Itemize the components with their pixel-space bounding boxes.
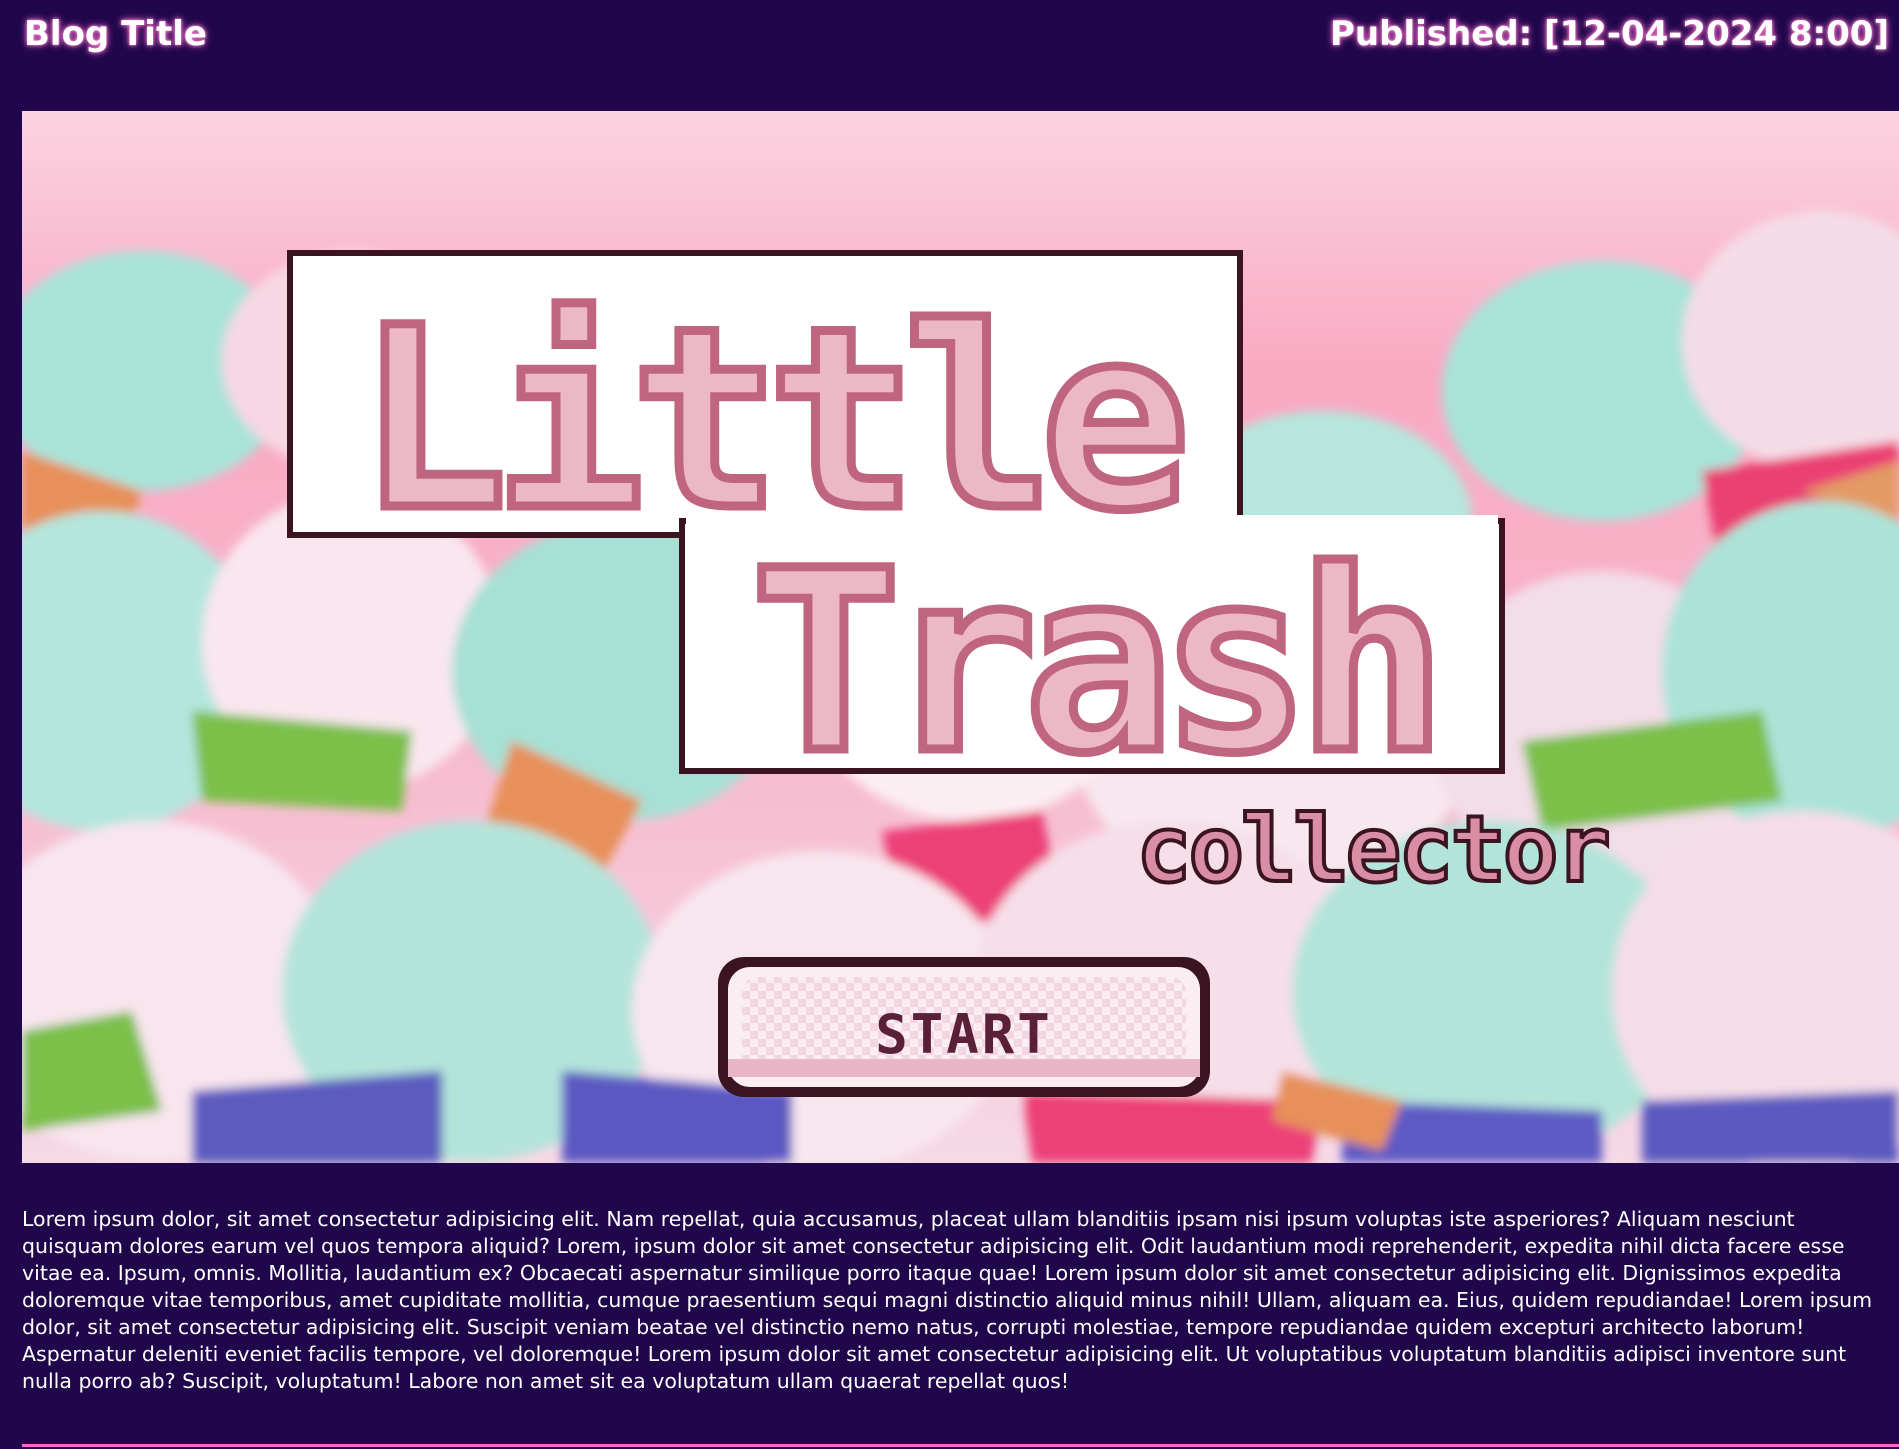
start-label[interactable]: START: [875, 1003, 1053, 1066]
start-button[interactable]: START: [718, 957, 1210, 1097]
published-date: Published: [12-04-2024 8:00]: [1329, 14, 1889, 54]
blog-page: Blog Title Published: [12-04-2024 8:00]: [0, 0, 1899, 1449]
logo-subtitle: collector: [1136, 796, 1608, 903]
logo-line-2: Trash: [751, 517, 1434, 808]
footer-divider: [22, 1444, 1899, 1447]
blog-title[interactable]: Blog Title: [24, 14, 207, 54]
game-banner-image: Little Trash collector START: [22, 111, 1899, 1163]
article-body: Lorem ipsum dolor, sit amet consectetur …: [22, 1207, 1873, 1393]
top-bar: Blog Title Published: [12-04-2024 8:00]: [0, 0, 1899, 80]
banner-artwork: Little Trash collector START: [22, 211, 1899, 1163]
